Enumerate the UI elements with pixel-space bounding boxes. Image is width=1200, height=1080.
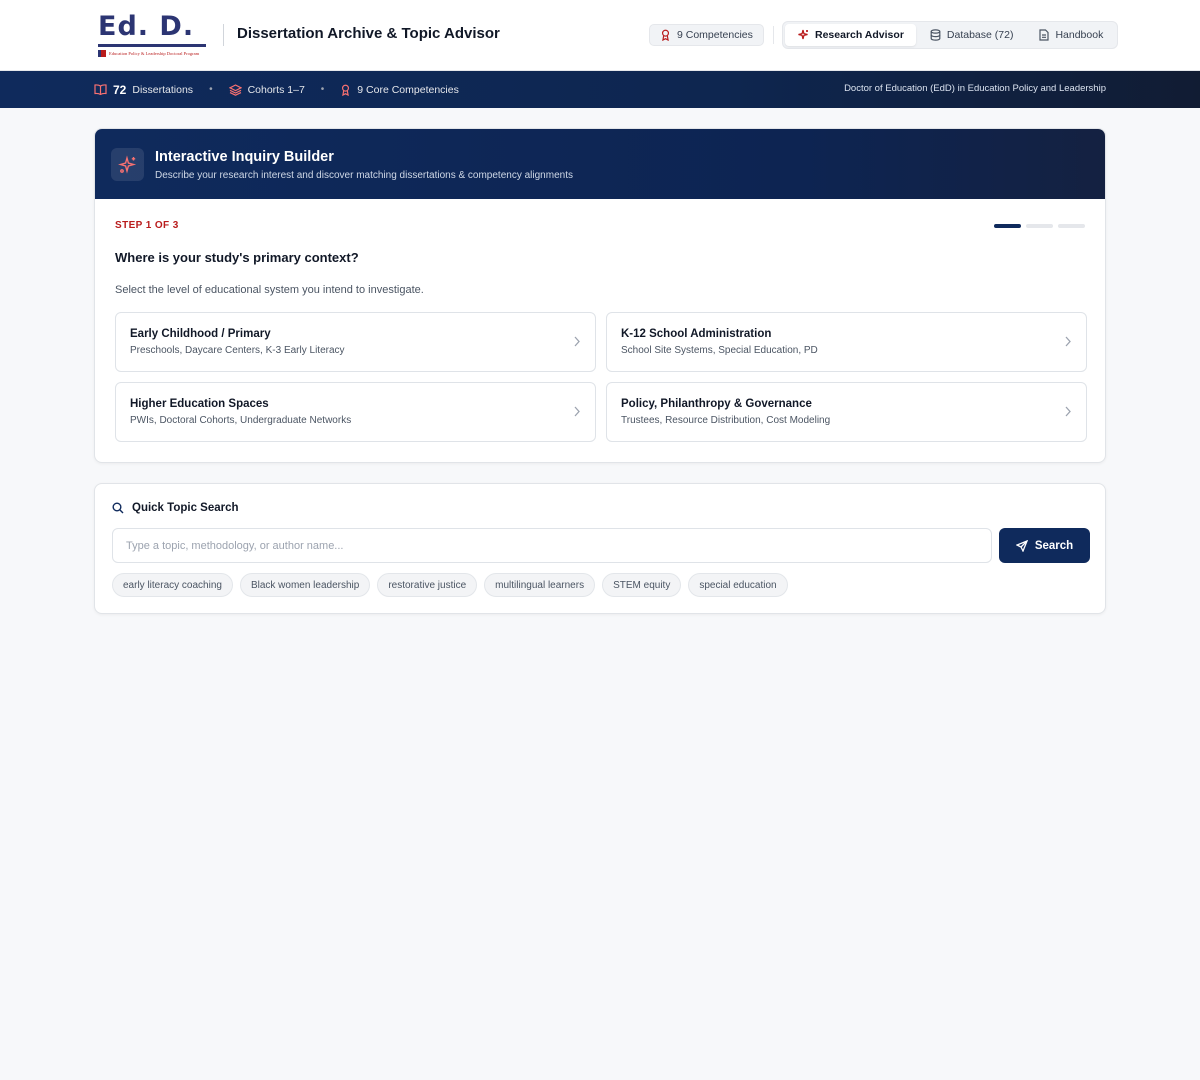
inquiry-builder-header: Interactive Inquiry Builder Describe you…	[95, 129, 1105, 199]
nav-handbook[interactable]: Handbook	[1027, 24, 1115, 46]
quick-search-card: Quick Topic Search Search early literacy…	[94, 483, 1106, 614]
option-subtitle: Preschools, Daycare Centers, K-3 Early L…	[130, 345, 345, 356]
app-title: Dissertation Archive & Topic Advisor	[237, 25, 500, 42]
database-icon	[930, 29, 941, 41]
book-open-icon	[94, 84, 107, 95]
option-title: K-12 School Administration	[621, 328, 772, 340]
stats-bar: 72 Dissertations • Cohorts 1–7 • 9 Core …	[0, 71, 1200, 108]
suggested-topics: early literacy coaching Black women lead…	[112, 573, 788, 597]
stat-dot: •	[209, 84, 213, 95]
step-progress	[994, 224, 1085, 228]
core-competencies-label: 9 Core Competencies	[357, 83, 459, 96]
option-title: Higher Education Spaces	[130, 398, 269, 410]
stat-dot: •	[320, 84, 325, 95]
stat-competencies: 9 Core Competencies	[340, 84, 459, 96]
context-option-policy[interactable]: Policy, Philanthropy & Governance Truste…	[606, 382, 1087, 442]
logo-subtitle-row: Education Policy & Leadership Doctoral P…	[98, 50, 208, 57]
app-header: Ed. D. Education Policy & Leadership Doc…	[0, 0, 1200, 71]
chevron-right-icon	[1065, 406, 1071, 417]
step-question: Where is your study's primary context?	[115, 250, 359, 265]
degree-name: Doctor of Education (EdD) in Education P…	[844, 83, 1106, 94]
award-icon	[661, 29, 670, 41]
main-nav: Research Advisor Database (72) Handbook	[782, 21, 1119, 49]
logo-subtitle: Education Policy & Leadership Doctoral P…	[109, 51, 200, 56]
inquiry-builder-title: Interactive Inquiry Builder	[155, 149, 334, 165]
search-icon	[112, 502, 124, 514]
option-subtitle: Trustees, Resource Distribution, Cost Mo…	[621, 415, 831, 426]
nav-research-advisor[interactable]: Research Advisor	[785, 24, 916, 46]
chevron-right-icon	[574, 406, 580, 417]
search-button-label: Search	[1034, 539, 1074, 552]
competencies-button[interactable]: 9 Competencies	[649, 24, 764, 46]
step-indicator: STEP 1 OF 3	[115, 220, 179, 231]
logo-underline	[98, 44, 206, 47]
chevron-right-icon	[1065, 336, 1071, 347]
chevron-right-icon	[574, 336, 580, 347]
inquiry-builder-subtitle: Describe your research interest and disc…	[155, 170, 573, 181]
quick-search-heading: Quick Topic Search	[112, 502, 239, 514]
topic-chip[interactable]: special education	[688, 573, 788, 597]
option-title: Early Childhood / Primary	[130, 328, 271, 340]
nav-separator	[773, 26, 774, 44]
logo-wordmark: Ed. D.	[98, 11, 195, 42]
header-divider	[223, 24, 224, 46]
context-option-k12[interactable]: K-12 School Administration School Site S…	[606, 312, 1087, 372]
context-option-higher-ed[interactable]: Higher Education Spaces PWIs, Doctoral C…	[115, 382, 596, 442]
topic-chip[interactable]: STEM equity	[602, 573, 682, 597]
competencies-label: 9 Competencies	[677, 29, 753, 41]
progress-segment	[1026, 224, 1053, 228]
topic-chip[interactable]: Black women leadership	[239, 573, 371, 597]
award-icon	[342, 84, 350, 96]
option-subtitle: School Site Systems, Special Education, …	[621, 345, 818, 356]
progress-segment	[1058, 224, 1085, 228]
layers-icon	[228, 83, 242, 96]
nav-research-advisor-label: Research Advisor	[815, 29, 904, 41]
option-subtitle: PWIs, Doctoral Cohorts, Undergraduate Ne…	[130, 415, 352, 426]
sparkles-icon	[111, 148, 144, 181]
topic-chip[interactable]: multilingual learners	[484, 573, 596, 597]
topic-chip[interactable]: early literacy coaching	[112, 573, 233, 597]
option-title: Policy, Philanthropy & Governance	[621, 398, 812, 410]
dissertations-label: Dissertations	[132, 83, 194, 96]
context-option-early-childhood[interactable]: Early Childhood / Primary Preschools, Da…	[115, 312, 596, 372]
step-question-hint: Select the level of educational system y…	[115, 284, 424, 296]
edd-logo[interactable]: Ed. D. Education Policy & Leadership Doc…	[98, 12, 208, 57]
send-icon	[1015, 539, 1028, 552]
cohorts-label: Cohorts 1–7	[247, 83, 305, 96]
sparkles-icon	[798, 29, 808, 40]
stat-dissertations: 72 Dissertations	[94, 83, 193, 97]
stat-cohorts: Cohorts 1–7	[228, 83, 305, 96]
search-button[interactable]: Search	[999, 528, 1090, 563]
nav-database[interactable]: Database (72)	[918, 24, 1026, 46]
flag-icon	[98, 50, 106, 57]
quick-search-title: Quick Topic Search	[132, 502, 239, 514]
dissertations-count: 72	[113, 82, 127, 97]
topic-search-input[interactable]	[112, 528, 992, 563]
topic-chip[interactable]: restorative justice	[377, 573, 478, 597]
progress-segment-active	[994, 224, 1021, 228]
document-icon	[1039, 29, 1050, 41]
nav-database-label: Database (72)	[946, 29, 1014, 41]
inquiry-builder-card: Interactive Inquiry Builder Describe you…	[94, 128, 1106, 463]
nav-handbook-label: Handbook	[1055, 29, 1104, 41]
